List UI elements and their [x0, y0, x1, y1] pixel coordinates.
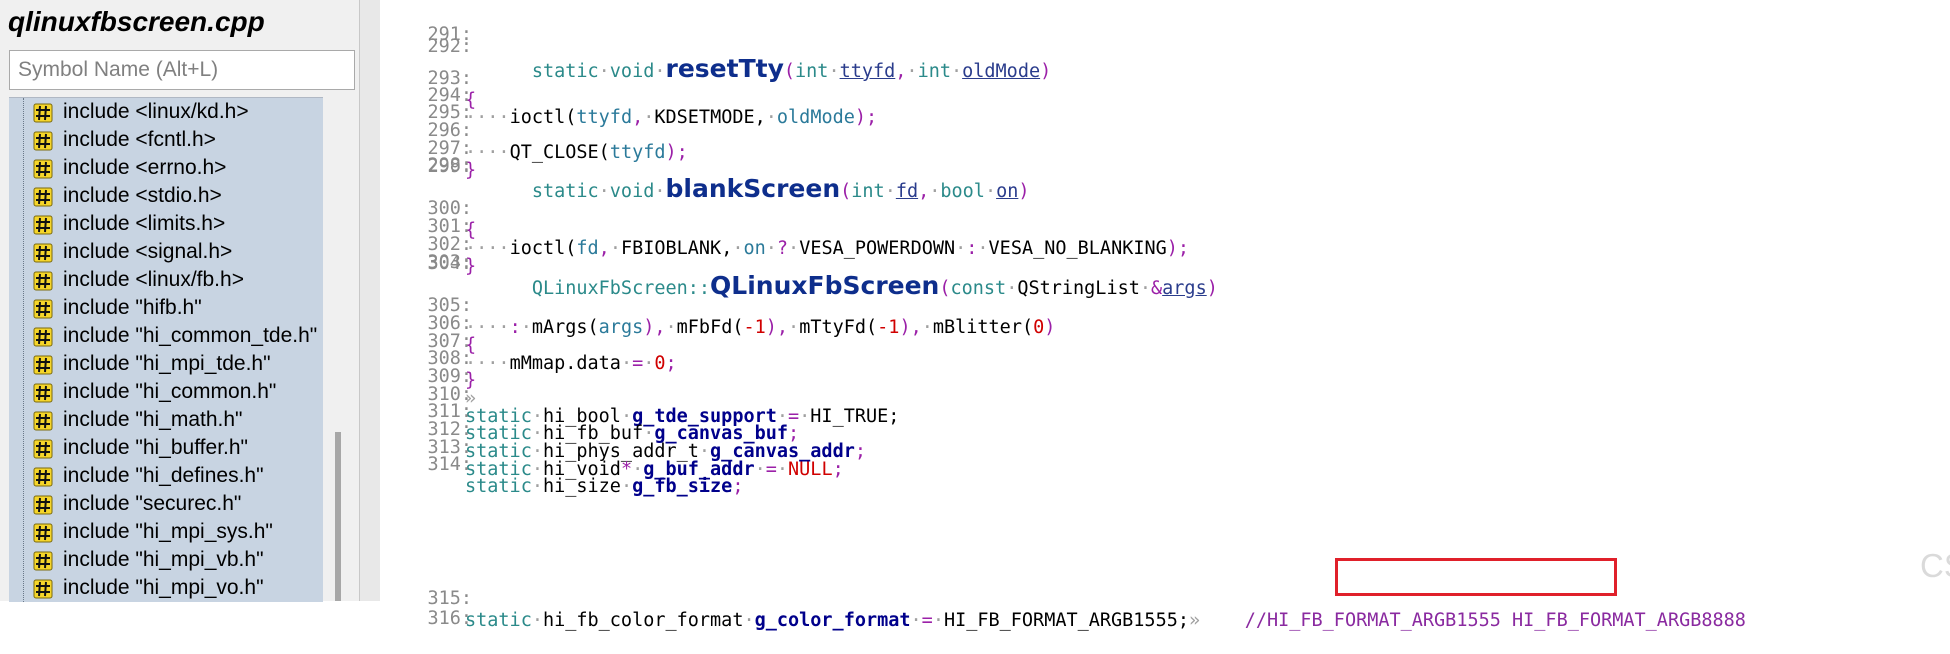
include-icon — [33, 186, 53, 208]
symbol-list-item[interactable]: include "securec.h" — [9, 491, 323, 519]
symbol-list-item[interactable]: include <stdio.h> — [9, 183, 323, 211]
stmt-end: ; — [732, 476, 744, 497]
code-line[interactable]: 315: static·hi_fb_color_format·g_color_f… — [360, 566, 1950, 631]
symbol-label: include "hifb.h" — [63, 296, 202, 319]
symbol-label: include "hi_common_tde.h" — [63, 324, 318, 347]
include-icon — [33, 130, 53, 152]
symbol-list-item[interactable]: include "hi_mpi_vo.h" — [9, 575, 323, 602]
line-number: 314: — [427, 454, 472, 475]
line-number: 299: — [427, 156, 472, 177]
include-icon — [33, 466, 53, 488]
code-line[interactable]: 304: QLinuxFbScreen::QLinuxFbScreen(cons… — [360, 247, 1950, 299]
symbol-label: include <errno.h> — [63, 156, 227, 179]
symbol-list-scrollbar[interactable] — [323, 97, 349, 601]
symbol-list-item[interactable]: include <linux/kd.h> — [9, 99, 323, 127]
symbol-label: include <limits.h> — [63, 212, 226, 235]
symbol-label: include <linux/kd.h> — [63, 100, 249, 123]
type: hi_size — [542, 476, 621, 497]
include-icon — [33, 102, 53, 124]
comment: //HI_FB_FORMAT_ARGB1555 HI_FB_FORMAT_ARG… — [1244, 610, 1746, 631]
global-var: g_fb_size — [632, 476, 733, 497]
value: NULL — [788, 459, 833, 480]
symbol-label: include "hi_mpi_vo.h" — [63, 576, 264, 599]
tab-marker: » — [1189, 610, 1201, 631]
watermark: CSDN @UncleRoderick — [1920, 547, 1950, 584]
include-icon — [33, 578, 53, 600]
symbol-label: include "hi_math.h" — [63, 408, 243, 431]
symbol-list[interactable]: include <linux/kd.h> include <fcntl.h> inc… — [9, 97, 323, 602]
file-title: qlinuxfbscreen.cpp — [8, 6, 265, 37]
symbol-list-item[interactable]: include "hi_buffer.h" — [9, 435, 323, 463]
symbol-label: include "hi_mpi_tde.h" — [63, 352, 271, 375]
code-line[interactable]: 299: static·void·blankScreen(int·fd,·boo… — [360, 150, 1950, 202]
code-line[interactable]: 314: static·hi_size·g_fb_size; — [360, 432, 1950, 497]
symbol-panel: qlinuxfbscreen.cpp include <linux/kd.h>i… — [0, 0, 360, 602]
symbol-label: include <signal.h> — [63, 240, 233, 263]
include-icon — [33, 242, 53, 264]
symbol-list-item[interactable]: include <signal.h> — [9, 239, 323, 267]
symbol-list-item[interactable]: include <linux/fb.h> — [9, 267, 323, 295]
scrollbar-thumb[interactable] — [335, 432, 341, 601]
symbol-list-item[interactable]: include "hi_common.h" — [9, 379, 323, 407]
stmt-end: ; — [832, 459, 844, 480]
symbol-list-item[interactable]: include <limits.h> — [9, 211, 323, 239]
symbol-label: include "securec.h" — [63, 492, 242, 515]
include-icon — [33, 410, 53, 432]
include-icon — [33, 214, 53, 236]
symbol-list-item[interactable]: include "hi_defines.h" — [9, 463, 323, 491]
symbol-list-item[interactable]: include "hi_math.h" — [9, 407, 323, 435]
include-icon — [33, 382, 53, 404]
keyword: static — [465, 610, 532, 631]
symbol-list-item[interactable]: include "hi_mpi_sys.h" — [9, 519, 323, 547]
highlighted-value: HI_FB_FORMAT_ARGB1555; — [943, 610, 1189, 631]
include-icon — [33, 522, 53, 544]
symbol-list-item[interactable]: include "hi_mpi_vb.h" — [9, 547, 323, 575]
global-var: g_color_format — [754, 610, 911, 631]
keyword: static — [465, 476, 532, 497]
include-icon — [33, 270, 53, 292]
symbol-label: include "hi_buffer.h" — [63, 436, 248, 459]
include-icon — [33, 326, 53, 348]
symbol-list-item[interactable]: include "hifb.h" — [9, 295, 323, 323]
include-icon — [33, 354, 53, 376]
annotation-highlight-box — [1335, 558, 1617, 596]
code-line[interactable]: 291: — [360, 2, 1950, 45]
operator: = — [921, 610, 933, 631]
symbol-label: include "hi_mpi_vb.h" — [63, 548, 264, 571]
operator: = — [765, 459, 777, 480]
symbol-label: include <fcntl.h> — [63, 128, 216, 151]
symbol-label: include "hi_common.h" — [63, 380, 277, 403]
symbol-list-item[interactable]: include "hi_common_tde.h" — [9, 323, 323, 351]
symbol-label: include "hi_mpi_sys.h" — [63, 520, 273, 543]
include-icon — [33, 550, 53, 572]
code-editor[interactable]: 291: 292: static·void·resetTty(int·ttyfd… — [360, 0, 1950, 631]
symbol-list-item[interactable]: include <errno.h> — [9, 155, 323, 183]
line-number: 304: — [427, 253, 472, 274]
symbol-list-item[interactable]: include <fcntl.h> — [9, 127, 323, 155]
include-icon — [33, 494, 53, 516]
line-number: 316: — [427, 608, 472, 629]
symbol-label: include <linux/fb.h> — [63, 268, 244, 291]
symbol-list-item[interactable]: include "hi_mpi_tde.h" — [9, 351, 323, 379]
symbol-search-input[interactable] — [9, 50, 355, 90]
symbol-label: include <stdio.h> — [63, 184, 222, 207]
code-line[interactable]: 316: — [360, 586, 1950, 629]
type: hi_fb_color_format — [542, 610, 744, 631]
symbol-label: include "hi_defines.h" — [63, 464, 264, 487]
include-icon — [33, 158, 53, 180]
include-icon — [33, 298, 53, 320]
include-icon — [33, 438, 53, 460]
